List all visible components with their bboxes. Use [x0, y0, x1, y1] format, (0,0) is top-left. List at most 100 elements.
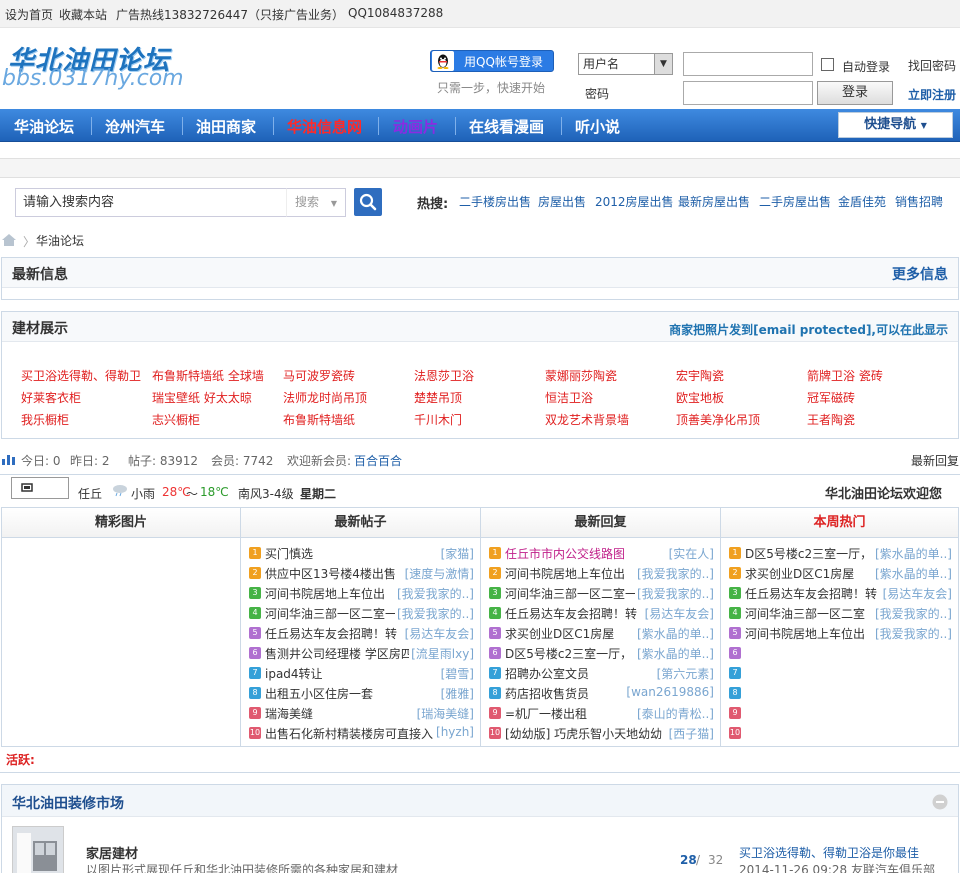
thread-title[interactable]: 任丘易达车友会招聘！转 — [265, 625, 397, 642]
breadcrumb-current[interactable]: 华油论坛 — [36, 232, 84, 249]
thread-row[interactable]: 7 ipad4转让 [碧雪] — [245, 663, 476, 683]
thread-author[interactable]: [紫水晶的单..] — [635, 645, 714, 662]
thread-author[interactable]: [易达车友会] — [402, 625, 474, 642]
thread-row[interactable]: 3 河间华油三部一区二室一 [我爱我家的..] — [485, 583, 716, 603]
hot-search-link[interactable]: 销售招聘 — [895, 193, 943, 210]
thread-title[interactable]: 求买创业D区C1房屋 — [505, 625, 614, 642]
thread-title[interactable]: 瑞海美缝 — [265, 705, 313, 722]
thread-title[interactable]: 求买创业D区C1房屋 — [745, 565, 854, 582]
building-material-link[interactable]: 法师龙时尚吊顶 — [283, 389, 367, 406]
nav-item-novels[interactable]: 听小说 — [575, 116, 620, 137]
building-material-link[interactable]: 王者陶瓷 — [807, 411, 855, 428]
thread-author[interactable]: [实在人] — [666, 545, 714, 562]
thread-row[interactable]: 4 任丘易达车友会招聘！转 [易达车友会] — [485, 603, 716, 623]
building-material-link[interactable]: 买卫浴选得勒、得勒卫 — [21, 367, 141, 384]
forum-name-link[interactable]: 家居建材 — [86, 843, 138, 862]
thread-row[interactable]: 9 — [725, 703, 954, 723]
thread-author[interactable]: [雅雅] — [438, 685, 474, 702]
building-material-link[interactable]: 双龙艺术背景墙 — [545, 411, 629, 428]
nav-item-cangzhou-auto[interactable]: 沧州汽车 — [105, 116, 165, 137]
building-material-link[interactable]: 冠军磁砖 — [807, 389, 855, 406]
building-material-link[interactable]: 马可波罗瓷砖 — [283, 367, 355, 384]
thread-author[interactable]: [紫水晶的单..] — [873, 565, 952, 582]
thread-row[interactable]: 1 任丘市市内公交线路图 [实在人] — [485, 543, 716, 563]
thread-title[interactable]: D区5号楼c2三室一厅， — [745, 545, 872, 562]
thread-author[interactable]: [紫水晶的单..] — [635, 625, 714, 642]
thread-author[interactable]: [易达车友会] — [642, 605, 714, 622]
thread-title[interactable]: 售测井公司经理楼 学区房四 — [265, 645, 413, 662]
thread-title[interactable]: D区5号楼c2三室一厅， — [505, 645, 632, 662]
thread-row[interactable]: 8 — [725, 683, 954, 703]
building-material-link[interactable]: 法恩莎卫浴 — [414, 367, 474, 384]
new-member-link[interactable]: 百合百合 — [354, 452, 402, 469]
search-input[interactable]: 请输入搜索内容 — [15, 188, 287, 217]
thread-author[interactable]: [家猫] — [438, 545, 474, 562]
thread-author[interactable]: [我爱我家的..] — [635, 585, 714, 602]
thread-row[interactable]: 2 求买创业D区C1房屋 [紫水晶的单..] — [725, 563, 954, 583]
thread-row[interactable]: 4 河间华油三部一区二室 [我爱我家的..] — [725, 603, 954, 623]
thread-row[interactable]: 9 =机厂一楼出租 [泰山的青松..] — [485, 703, 716, 723]
building-material-link[interactable]: 好莱客衣柜 — [21, 389, 81, 406]
thread-author[interactable]: [泰山的青松..] — [635, 705, 714, 722]
thread-author[interactable]: [速度与激情] — [402, 565, 474, 582]
thread-row[interactable]: 8 出租五小区住房一套 [雅雅] — [245, 683, 476, 703]
home-icon[interactable] — [1, 233, 17, 250]
thread-title[interactable]: 招聘办公室文员 — [505, 665, 589, 682]
thread-title[interactable]: 出租五小区住房一套 — [265, 685, 373, 702]
thread-title[interactable]: =机厂一楼出租 — [505, 705, 587, 722]
find-password-link[interactable]: 找回密码 — [908, 57, 956, 74]
thread-row[interactable]: 7 招聘办公室文员 [第六元素] — [485, 663, 716, 683]
thread-title[interactable]: 河间华油三部一区二室一 — [505, 585, 637, 602]
thread-author[interactable]: [流星雨lxy] — [409, 645, 474, 662]
thread-row[interactable]: 5 求买创业D区C1房屋 [紫水晶的单..] — [485, 623, 716, 643]
search-type-select[interactable]: 搜索 ▼ — [286, 188, 346, 217]
hot-search-link[interactable]: 金盾佳苑 — [838, 193, 886, 210]
thread-row[interactable]: 3 河间书院居地上车位出 [我爱我家的..] — [245, 583, 476, 603]
building-material-link[interactable]: 箭牌卫浴 瓷砖 — [807, 367, 883, 384]
thread-row[interactable]: 1 D区5号楼c2三室一厅， [紫水晶的单..] — [725, 543, 954, 563]
thread-title[interactable]: 出售石化新村精装楼房可直接入 — [265, 725, 433, 742]
thread-author[interactable]: [我爱我家的..] — [873, 605, 952, 622]
building-material-link[interactable]: 布鲁斯特墙纸 全球墙 — [152, 367, 264, 384]
thread-author[interactable]: [西子猫] — [666, 725, 714, 742]
thread-title[interactable]: 河间华油三部一区二室 — [745, 605, 865, 622]
last-post-link[interactable]: 买卫浴选得勒、得勒卫浴是你最佳 — [739, 844, 919, 861]
thread-author[interactable]: [wan2619886] — [624, 685, 714, 699]
thread-row[interactable]: 3 任丘易达车友会招聘！转 [易达车友会] — [725, 583, 954, 603]
quick-nav-button[interactable]: 快捷导航 ▼ — [838, 112, 953, 138]
market-title[interactable]: 华北油田装修市场 — [12, 793, 124, 813]
thread-row[interactable]: 2 河间书院居地上车位出 [我爱我家的..] — [485, 563, 716, 583]
thread-title[interactable]: 任丘易达车友会招聘！转 — [745, 585, 877, 602]
thread-title[interactable]: 河间书院居地上车位出 — [265, 585, 385, 602]
thread-title[interactable]: [幼幼版] 巧虎乐智小天地幼幼 — [505, 725, 662, 742]
thread-row[interactable]: 10 出售石化新村精装楼房可直接入 [hyzh] — [245, 723, 476, 743]
nav-item-cartoon[interactable]: 动画片 — [393, 116, 438, 137]
thread-author[interactable]: [hyzh] — [434, 725, 474, 739]
thread-author[interactable]: [紫水晶的单..] — [873, 545, 952, 562]
nav-item-forum[interactable]: 华油论坛 — [14, 116, 74, 137]
thread-title[interactable]: 供应中区13号楼4楼出售 — [265, 565, 396, 582]
thread-title[interactable]: ipad4转让 — [265, 665, 323, 682]
hot-search-link[interactable]: 房屋出售 — [538, 193, 586, 210]
thread-title[interactable]: 药店招收售货员 — [505, 685, 589, 702]
thread-title[interactable]: 任丘市市内公交线路图 — [505, 545, 625, 562]
thread-author[interactable]: [我爱我家的..] — [873, 625, 952, 642]
more-info-link[interactable]: 更多信息 — [892, 264, 948, 284]
hot-search-link[interactable]: 二手楼房出售 — [459, 193, 531, 210]
thread-title[interactable]: 河间华油三部一区二室一 — [265, 605, 397, 622]
thread-author[interactable]: [瑞海美缝] — [414, 705, 474, 722]
thread-author[interactable]: [易达车友会] — [880, 585, 952, 602]
bookmark-link[interactable]: 收藏本站 — [59, 6, 107, 23]
username-input[interactable] — [683, 52, 813, 76]
building-material-link[interactable]: 恒洁卫浴 — [545, 389, 593, 406]
login-button[interactable]: 登录 — [817, 81, 893, 105]
search-button[interactable] — [354, 188, 382, 216]
thread-row[interactable]: 1 买门慎选 [家猫] — [245, 543, 476, 563]
thread-title[interactable]: 买门慎选 — [265, 545, 313, 562]
building-material-link[interactable]: 蒙娜丽莎陶瓷 — [545, 367, 617, 384]
collapse-icon[interactable] — [932, 794, 948, 813]
building-material-link[interactable]: 顶善美净化吊顶 — [676, 411, 760, 428]
thread-row[interactable]: 6 — [725, 643, 954, 663]
qq-login-button[interactable]: 用QQ帐号登录 — [430, 50, 554, 72]
hot-search-link[interactable]: 2012房屋出售 — [595, 193, 674, 210]
